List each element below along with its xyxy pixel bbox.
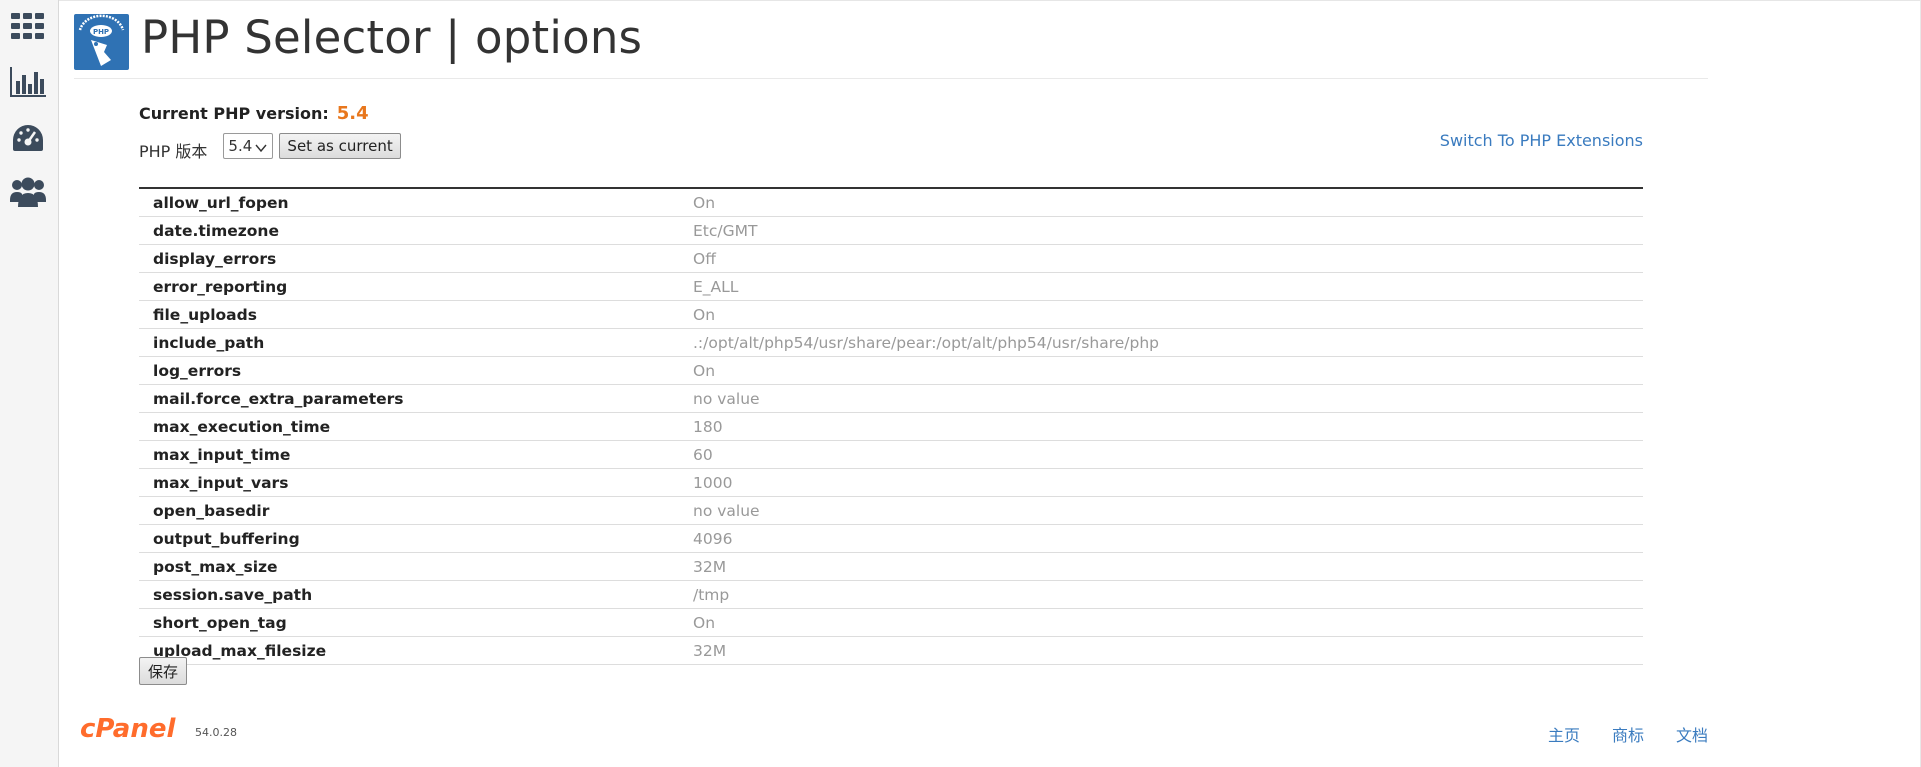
page-header: PHP PHP Selector | options	[74, 12, 1708, 79]
option-name: date.timezone	[139, 216, 693, 245]
table-row: log_errors On	[139, 356, 1643, 385]
dashboard-button[interactable]	[8, 118, 48, 158]
home-apps-button[interactable]	[8, 6, 48, 46]
users-icon	[10, 176, 46, 208]
table-row: file_uploads On	[139, 300, 1643, 329]
table-row: open_basedir no value	[139, 496, 1643, 525]
users-button[interactable]	[8, 172, 48, 212]
option-value[interactable]: no value	[693, 384, 1643, 413]
table-row: output_buffering 4096	[139, 524, 1643, 553]
option-name: allow_url_fopen	[139, 188, 693, 217]
option-value[interactable]: On	[693, 356, 1643, 385]
option-value[interactable]: Etc/GMT	[693, 216, 1643, 245]
option-name: max_input_vars	[139, 468, 693, 497]
page-title: PHP Selector | options	[141, 11, 643, 64]
option-name: file_uploads	[139, 300, 693, 329]
option-name: max_execution_time	[139, 412, 693, 441]
version-selector-row: PHP 版本 5.4 Set as current	[139, 131, 401, 161]
cpanel-version: 54.0.28	[195, 726, 237, 739]
option-value[interactable]: /tmp	[693, 580, 1643, 609]
table-row: max_input_vars 1000	[139, 468, 1643, 497]
php-version-label: PHP 版本	[139, 142, 208, 161]
cpanel-logo-text: cPanel	[80, 714, 176, 742]
grid-icon	[11, 12, 45, 40]
table-row: date.timezone Etc/GMT	[139, 216, 1643, 245]
switch-to-extensions-link[interactable]: Switch To PHP Extensions	[1440, 131, 1643, 150]
option-value[interactable]: On	[693, 608, 1643, 637]
svg-text:PHP: PHP	[93, 28, 109, 36]
option-value[interactable]: E_ALL	[693, 272, 1643, 301]
option-value[interactable]: 32M	[693, 636, 1643, 665]
table-row: error_reporting E_ALL	[139, 272, 1643, 301]
option-value[interactable]: 180	[693, 412, 1643, 441]
footer-link-home[interactable]: 主页	[1548, 722, 1580, 746]
footer-link-trademarks[interactable]: 商标	[1612, 722, 1644, 746]
left-sidebar	[0, 0, 59, 767]
option-value[interactable]: 60	[693, 440, 1643, 469]
option-value[interactable]: On	[693, 188, 1643, 217]
footer-links: 主页 商标 文档	[1516, 722, 1708, 746]
option-name: output_buffering	[139, 524, 693, 553]
table-row: upload_max_filesize 32M	[139, 636, 1643, 665]
footer-link-docs[interactable]: 文档	[1676, 722, 1708, 746]
option-name: post_max_size	[139, 552, 693, 581]
php-version-select[interactable]: 5.4	[223, 133, 274, 159]
table-row: post_max_size 32M	[139, 552, 1643, 581]
bar-chart-icon	[10, 67, 46, 97]
save-button[interactable]: 保存	[139, 657, 188, 685]
table-row: max_execution_time 180	[139, 412, 1643, 441]
cpanel-logo[interactable]: cPanel	[80, 714, 192, 746]
option-value[interactable]: 32M	[693, 552, 1643, 581]
option-value[interactable]: Off	[693, 244, 1643, 273]
option-name: max_input_time	[139, 440, 693, 469]
option-name: error_reporting	[139, 272, 693, 301]
table-row: include_path .:/opt/alt/php54/usr/share/p…	[139, 328, 1643, 357]
statistics-button[interactable]	[8, 62, 48, 102]
option-name: mail.force_extra_parameters	[139, 384, 693, 413]
option-name: open_basedir	[139, 496, 693, 525]
option-value[interactable]: .:/opt/alt/php54/usr/share/pear:/opt/alt…	[693, 328, 1643, 357]
option-name: session.save_path	[139, 580, 693, 609]
current-version-line: Current PHP version: 5.4	[139, 103, 369, 124]
option-name: include_path	[139, 328, 693, 357]
table-row: short_open_tag On	[139, 608, 1643, 637]
option-name: short_open_tag	[139, 608, 693, 637]
set-as-current-button[interactable]: Set as current	[279, 133, 401, 159]
option-name: log_errors	[139, 356, 693, 385]
php-version-selected: 5.4	[228, 137, 253, 155]
option-name: display_errors	[139, 244, 693, 273]
option-value[interactable]: 1000	[693, 468, 1643, 497]
table-row: allow_url_fopen On	[139, 188, 1643, 217]
dashboard-gauge-icon	[11, 123, 45, 153]
option-value[interactable]: 4096	[693, 524, 1643, 553]
current-version-value: 5.4	[336, 103, 369, 124]
table-row: mail.force_extra_parameters no value	[139, 384, 1643, 413]
php-selector-logo: PHP	[74, 14, 129, 70]
option-value[interactable]: On	[693, 300, 1643, 329]
php-selector-logo-icon: PHP	[78, 14, 125, 66]
table-row: display_errors Off	[139, 244, 1643, 273]
table-row: max_input_time 60	[139, 440, 1643, 469]
php-options-table: allow_url_fopen On date.timezone Etc/GMT dis…	[139, 187, 1643, 665]
top-border	[59, 0, 1921, 1]
table-row: session.save_path/tmp	[139, 580, 1643, 609]
option-name: upload_max_filesize	[139, 636, 693, 665]
option-value[interactable]: no value	[693, 496, 1643, 525]
current-version-label: Current PHP version:	[139, 104, 329, 123]
chevron-down-icon	[255, 140, 267, 158]
